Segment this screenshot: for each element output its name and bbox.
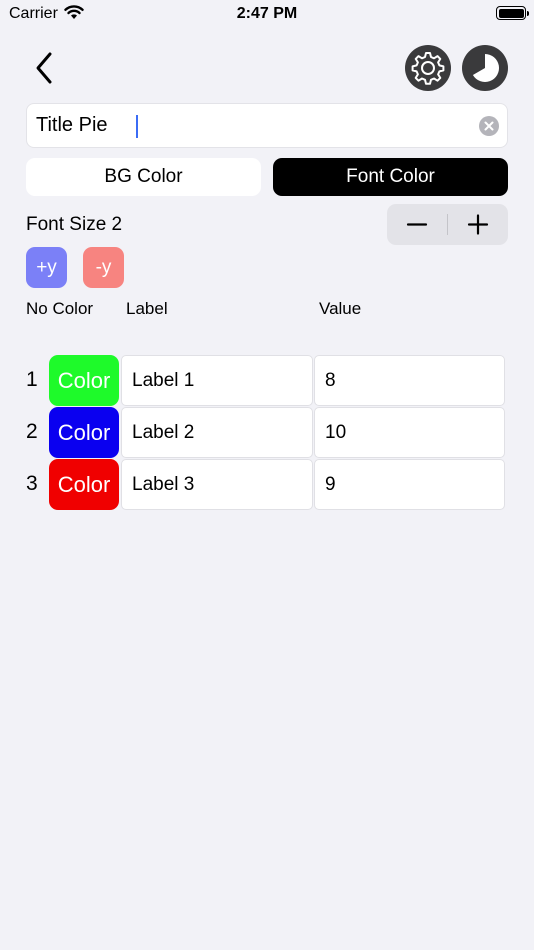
title-field[interactable] — [26, 103, 508, 148]
chart-button[interactable] — [462, 45, 508, 91]
bg-color-button[interactable]: BG Color — [26, 158, 261, 196]
value-input[interactable] — [314, 407, 505, 458]
color-picker-button[interactable]: Color — [49, 355, 119, 406]
row-number: 3 — [26, 472, 38, 495]
font-color-button[interactable]: Font Color — [273, 158, 508, 196]
text-cursor — [136, 115, 138, 138]
chevron-left-icon — [36, 52, 52, 84]
gear-icon — [411, 52, 445, 85]
decrement-button[interactable] — [387, 204, 447, 245]
column-header-no-color: No Color — [26, 299, 94, 318]
color-picker-button[interactable]: Color — [49, 459, 119, 510]
close-icon — [484, 121, 494, 131]
row-number: 1 — [26, 368, 38, 391]
column-header-label: Label — [126, 299, 168, 318]
label-input[interactable] — [121, 459, 313, 510]
clear-button[interactable] — [479, 116, 499, 136]
status-bar: Carrier 2:47 PM — [0, 0, 534, 30]
value-input[interactable] — [314, 459, 505, 510]
color-picker-button[interactable]: Color — [49, 407, 119, 458]
pie-chart-icon — [472, 53, 500, 82]
font-size-label: Font Size 2 — [26, 214, 123, 235]
column-header-value: Value — [319, 299, 362, 318]
row-number: 2 — [26, 420, 38, 443]
increment-button[interactable] — [448, 204, 508, 245]
value-input[interactable] — [314, 355, 505, 406]
plus-icon — [467, 214, 489, 235]
font-size-stepper — [387, 204, 508, 245]
settings-button[interactable] — [405, 45, 451, 91]
plus-y-button[interactable]: +y — [26, 247, 67, 288]
clock: 2:47 PM — [236, 5, 298, 22]
label-input[interactable] — [121, 407, 313, 458]
title-input[interactable] — [36, 104, 466, 147]
label-input[interactable] — [121, 355, 313, 406]
minus-y-button[interactable]: -y — [83, 247, 124, 288]
battery-icon — [496, 6, 529, 20]
back-button[interactable] — [30, 50, 60, 86]
minus-icon — [406, 223, 428, 226]
